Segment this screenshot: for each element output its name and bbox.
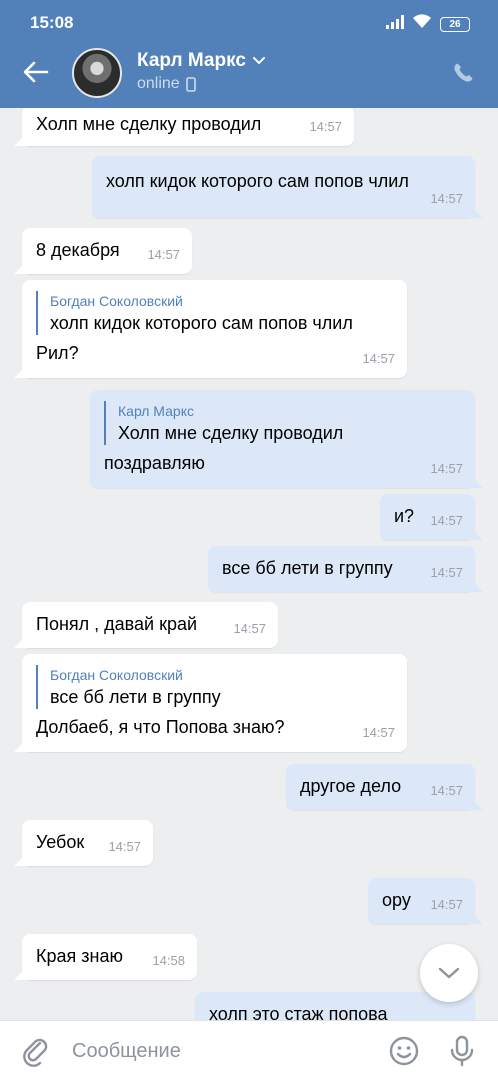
- battery-icon: 26: [440, 16, 470, 32]
- message-incoming-reply[interactable]: Богдан Соколовский все бб лети в группу …: [22, 654, 407, 752]
- emoji-button[interactable]: [388, 1035, 420, 1072]
- message-input[interactable]: [72, 1037, 372, 1065]
- contact-name[interactable]: Карл Маркс: [137, 50, 266, 72]
- message-outgoing[interactable]: все бб лети в группу 14:57: [208, 546, 475, 592]
- avatar[interactable]: [72, 48, 122, 98]
- message-text: ору: [382, 890, 411, 910]
- message-outgoing[interactable]: ору 14:57: [368, 878, 475, 924]
- call-button[interactable]: [448, 58, 478, 88]
- message-time: 14:57: [362, 725, 395, 740]
- message-time: 14:57: [362, 351, 395, 366]
- chevron-down-icon: [438, 967, 460, 979]
- message-incoming[interactable]: 8 декабря 14:57: [22, 228, 192, 274]
- status-bar: 15:08 26: [0, 0, 498, 44]
- reply-quote[interactable]: Богдан Соколовский холп кидок которого с…: [36, 291, 393, 335]
- message-outgoing[interactable]: и? 14:57: [380, 494, 475, 540]
- message-text: 8 декабря: [36, 240, 120, 260]
- message-composer: [0, 1020, 498, 1080]
- status-icons: 26: [386, 14, 470, 34]
- contact-status-text: online: [137, 75, 180, 92]
- message-time: 14:57: [233, 621, 266, 636]
- message-text: холп это стаж попова: [209, 1004, 388, 1020]
- chevron-down-icon: [252, 57, 265, 65]
- message-outgoing-reply[interactable]: Карл Маркс Холп мне сделку проводил позд…: [90, 390, 475, 488]
- reply-quote[interactable]: Карл Маркс Холп мне сделку проводил: [104, 401, 461, 445]
- paperclip-icon: [23, 1038, 48, 1067]
- message-time: 14:57: [430, 897, 463, 912]
- back-button[interactable]: [20, 56, 52, 88]
- microphone-icon: [450, 1035, 474, 1067]
- message-list[interactable]: Холп мне сделку проводил 14:57 холп кидо…: [0, 108, 498, 1020]
- wifi-icon: [412, 14, 432, 34]
- message-incoming[interactable]: Понял , давай край 14:57: [22, 602, 278, 648]
- reply-text: все бб лети в группу: [50, 687, 221, 707]
- signal-icon: [386, 14, 404, 34]
- message-text: все бб лети в группу: [222, 558, 393, 578]
- message-text: Рил?: [36, 343, 79, 363]
- reply-quote[interactable]: Богдан Соколовский все бб лети в группу: [36, 665, 393, 709]
- message-incoming[interactable]: Холп мне сделку проводил 14:57: [22, 108, 354, 146]
- message-text: Долбаеб, я что Попова знаю?: [36, 717, 285, 737]
- status-time: 15:08: [30, 13, 74, 32]
- message-time: 14:58: [152, 953, 185, 968]
- reply-author: Богдан Соколовский: [50, 667, 183, 683]
- reply-text: Холп мне сделку проводил: [118, 423, 344, 443]
- message-time: 14:57: [108, 839, 141, 854]
- message-text: Понял , давай край: [36, 614, 198, 634]
- scroll-down-button[interactable]: [420, 944, 478, 1002]
- message-text: Уебок: [36, 832, 85, 852]
- mobile-icon: [185, 76, 196, 92]
- voice-button[interactable]: [448, 1035, 476, 1072]
- arrow-left-icon: [23, 61, 49, 83]
- message-time: 14:57: [430, 191, 463, 206]
- message-time: 14:57: [309, 119, 342, 134]
- message-time: 14:57: [147, 247, 180, 262]
- message-time: 14:57: [430, 783, 463, 798]
- message-outgoing[interactable]: холп кидок которого сам попов члил 14:57: [92, 156, 475, 218]
- message-text: и?: [394, 506, 415, 526]
- message-text: холп кидок которого сам попов члил: [106, 171, 409, 191]
- contact-status: online: [137, 75, 196, 93]
- reply-author: Богдан Соколовский: [50, 293, 183, 309]
- smile-icon: [389, 1036, 419, 1066]
- reply-author: Карл Маркс: [118, 403, 194, 419]
- chat-header: 15:08 26 Карл Маркс online: [0, 0, 498, 108]
- contact-name-text: Карл Маркс: [137, 50, 246, 71]
- message-outgoing[interactable]: другое дело 14:57: [286, 764, 475, 810]
- message-incoming[interactable]: Края знаю 14:58: [22, 934, 197, 980]
- message-time: 14:57: [430, 461, 463, 476]
- message-text: Холп мне сделку проводил: [36, 114, 262, 134]
- phone-icon: [454, 63, 473, 82]
- message-incoming-reply[interactable]: Богдан Соколовский холп кидок которого с…: [22, 280, 407, 378]
- reply-text: холп кидок которого сам попов члил: [50, 313, 353, 333]
- message-text: другое дело: [300, 776, 402, 796]
- message-time: 14:57: [430, 513, 463, 528]
- message-text: Края знаю: [36, 946, 123, 966]
- attach-button[interactable]: [20, 1035, 52, 1072]
- message-text: поздравляю: [104, 453, 205, 473]
- message-incoming[interactable]: Уебок 14:57: [22, 820, 153, 866]
- message-time: 14:57: [430, 565, 463, 580]
